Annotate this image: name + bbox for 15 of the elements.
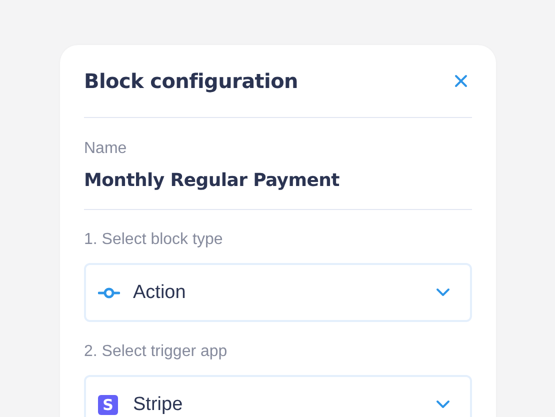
chevron-down-icon xyxy=(436,400,450,409)
close-icon xyxy=(454,74,468,88)
node-icon xyxy=(98,286,120,298)
select-dropdown[interactable]: S Stripe xyxy=(84,375,472,417)
field-label: 2. Select trigger app xyxy=(84,343,228,361)
chevron-down-icon xyxy=(436,288,450,297)
app-logo-icon: S xyxy=(98,394,118,414)
field-label: Name xyxy=(84,140,128,158)
field-label: 1. Select block type xyxy=(84,231,224,249)
select-dropdown[interactable]: Action xyxy=(84,263,472,322)
dialog-title: Block configuration xyxy=(84,69,298,93)
select-value: Action xyxy=(133,282,187,304)
close-button[interactable] xyxy=(452,72,470,90)
name-value: Monthly Regular Payment xyxy=(84,170,340,191)
select-value: Stripe xyxy=(133,394,184,416)
